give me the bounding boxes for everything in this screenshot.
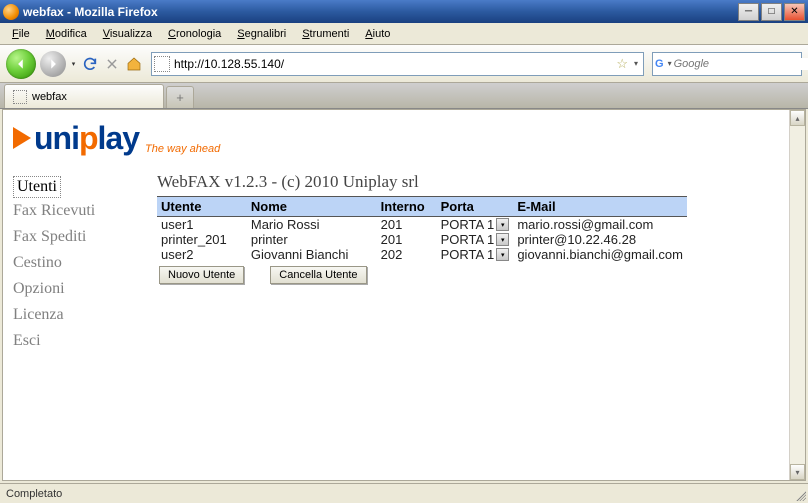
col-porta: Porta bbox=[437, 197, 514, 217]
minimize-button[interactable]: ─ bbox=[738, 3, 759, 21]
port-dropdown[interactable]: ▾ bbox=[496, 218, 509, 231]
cell-ext: 202 bbox=[377, 247, 437, 262]
port-dropdown[interactable]: ▾ bbox=[496, 248, 509, 261]
navigation-toolbar: ▾ ☆ ▾ G ▾ bbox=[0, 45, 808, 83]
engine-dropdown[interactable]: ▾ bbox=[666, 59, 674, 68]
vertical-scrollbar[interactable]: ▴ ▾ bbox=[789, 110, 805, 480]
status-text: Completato bbox=[6, 488, 62, 500]
cell-name: Giovanni Bianchi bbox=[247, 247, 377, 262]
search-box[interactable]: G ▾ bbox=[652, 52, 802, 76]
cell-email: printer@10.22.46.28 bbox=[513, 232, 687, 247]
cell-name: printer bbox=[247, 232, 377, 247]
menu-modifica[interactable]: Modifica bbox=[38, 25, 95, 43]
maximize-button[interactable]: □ bbox=[761, 3, 782, 21]
tab-label: webfax bbox=[32, 91, 67, 103]
sidebar-nav: Utenti Fax Ricevuti Fax Spediti Cestino … bbox=[13, 170, 133, 354]
logo-text-p: p bbox=[79, 120, 98, 157]
forward-button[interactable] bbox=[40, 51, 66, 77]
cell-email: mario.rossi@gmail.com bbox=[513, 217, 687, 233]
menu-cronologia[interactable]: Cronologia bbox=[160, 25, 229, 43]
url-dropdown[interactable]: ▾ bbox=[631, 59, 641, 68]
page-icon bbox=[13, 90, 27, 104]
cell-port: PORTA 1 ▾ bbox=[437, 232, 514, 247]
window-title: webfax - Mozilla Firefox bbox=[23, 5, 738, 19]
back-button[interactable] bbox=[6, 49, 36, 79]
table-row[interactable]: printer_201printer201PORTA 1 ▾printer@10… bbox=[157, 232, 687, 247]
sidebar-item-esci[interactable]: Esci bbox=[13, 328, 133, 354]
reload-button[interactable] bbox=[81, 55, 99, 73]
menu-strumenti[interactable]: Strumenti bbox=[294, 25, 357, 43]
address-bar[interactable]: ☆ ▾ bbox=[151, 52, 644, 76]
new-user-button[interactable]: Nuovo Utente bbox=[159, 266, 244, 284]
sidebar-item-fax-spediti[interactable]: Fax Spediti bbox=[13, 224, 133, 250]
new-tab-button[interactable]: + bbox=[166, 86, 194, 108]
window-titlebar: webfax - Mozilla Firefox ─ □ ✕ bbox=[0, 0, 808, 23]
tab-bar: webfax + bbox=[0, 83, 808, 109]
stop-button[interactable] bbox=[103, 55, 121, 73]
page-content: ▴ ▾ uniplay The way ahead Utenti Fax Ric… bbox=[2, 109, 806, 481]
firefox-icon bbox=[3, 4, 19, 20]
cell-ext: 201 bbox=[377, 217, 437, 233]
sidebar-item-opzioni[interactable]: Opzioni bbox=[13, 276, 133, 302]
table-row[interactable]: user2Giovanni Bianchi202PORTA 1 ▾giovann… bbox=[157, 247, 687, 262]
col-interno: Interno bbox=[377, 197, 437, 217]
users-table: Utente Nome Interno Porta E-Mail user1Ma… bbox=[157, 196, 687, 262]
col-nome: Nome bbox=[247, 197, 377, 217]
sidebar-item-licenza[interactable]: Licenza bbox=[13, 302, 133, 328]
menu-file[interactable]: File bbox=[4, 25, 38, 43]
cell-port: PORTA 1 ▾ bbox=[437, 247, 514, 262]
sidebar-item-cestino[interactable]: Cestino bbox=[13, 250, 133, 276]
history-dropdown[interactable]: ▾ bbox=[70, 60, 77, 68]
play-triangle-icon bbox=[13, 127, 31, 149]
cell-name: Mario Rossi bbox=[247, 217, 377, 233]
cell-user: user2 bbox=[157, 247, 247, 262]
logo-text-lay: lay bbox=[98, 120, 139, 157]
close-button[interactable]: ✕ bbox=[784, 3, 805, 21]
resize-grip[interactable] bbox=[794, 489, 806, 501]
cell-user: printer_201 bbox=[157, 232, 247, 247]
cell-user: user1 bbox=[157, 217, 247, 233]
menu-visualizza[interactable]: Visualizza bbox=[95, 25, 160, 43]
port-dropdown[interactable]: ▾ bbox=[496, 233, 509, 246]
logo-text-uni: uni bbox=[34, 120, 79, 157]
status-bar: Completato bbox=[0, 483, 808, 503]
sidebar-item-utenti[interactable]: Utenti bbox=[13, 176, 61, 198]
google-icon: G bbox=[655, 57, 664, 71]
search-input[interactable] bbox=[674, 58, 808, 70]
bookmark-star-icon[interactable]: ☆ bbox=[613, 56, 631, 72]
url-input[interactable] bbox=[174, 57, 613, 71]
menu-bar: File Modifica Visualizza Cronologia Segn… bbox=[0, 23, 808, 45]
sidebar-item-fax-ricevuti[interactable]: Fax Ricevuti bbox=[13, 198, 133, 224]
col-email: E-Mail bbox=[513, 197, 687, 217]
home-button[interactable] bbox=[125, 55, 143, 73]
menu-segnalibri[interactable]: Segnalibri bbox=[229, 25, 294, 43]
scroll-down-button[interactable]: ▾ bbox=[790, 464, 805, 480]
page-icon bbox=[154, 56, 170, 72]
cell-ext: 201 bbox=[377, 232, 437, 247]
delete-user-button[interactable]: Cancella Utente bbox=[270, 266, 366, 284]
tab-webfax[interactable]: webfax bbox=[4, 84, 164, 108]
uniplay-logo: uniplay The way ahead bbox=[13, 116, 795, 160]
logo-tagline: The way ahead bbox=[145, 143, 220, 155]
cell-email: giovanni.bianchi@gmail.com bbox=[513, 247, 687, 262]
scroll-up-button[interactable]: ▴ bbox=[790, 110, 805, 126]
app-title: WebFAX v1.2.3 - (c) 2010 Uniplay srl bbox=[157, 172, 795, 192]
cell-port: PORTA 1 ▾ bbox=[437, 217, 514, 233]
main-panel: WebFAX v1.2.3 - (c) 2010 Uniplay srl Ute… bbox=[157, 170, 795, 354]
table-row[interactable]: user1Mario Rossi201PORTA 1 ▾mario.rossi@… bbox=[157, 217, 687, 233]
menu-aiuto[interactable]: Aiuto bbox=[357, 25, 398, 43]
col-utente: Utente bbox=[157, 197, 247, 217]
